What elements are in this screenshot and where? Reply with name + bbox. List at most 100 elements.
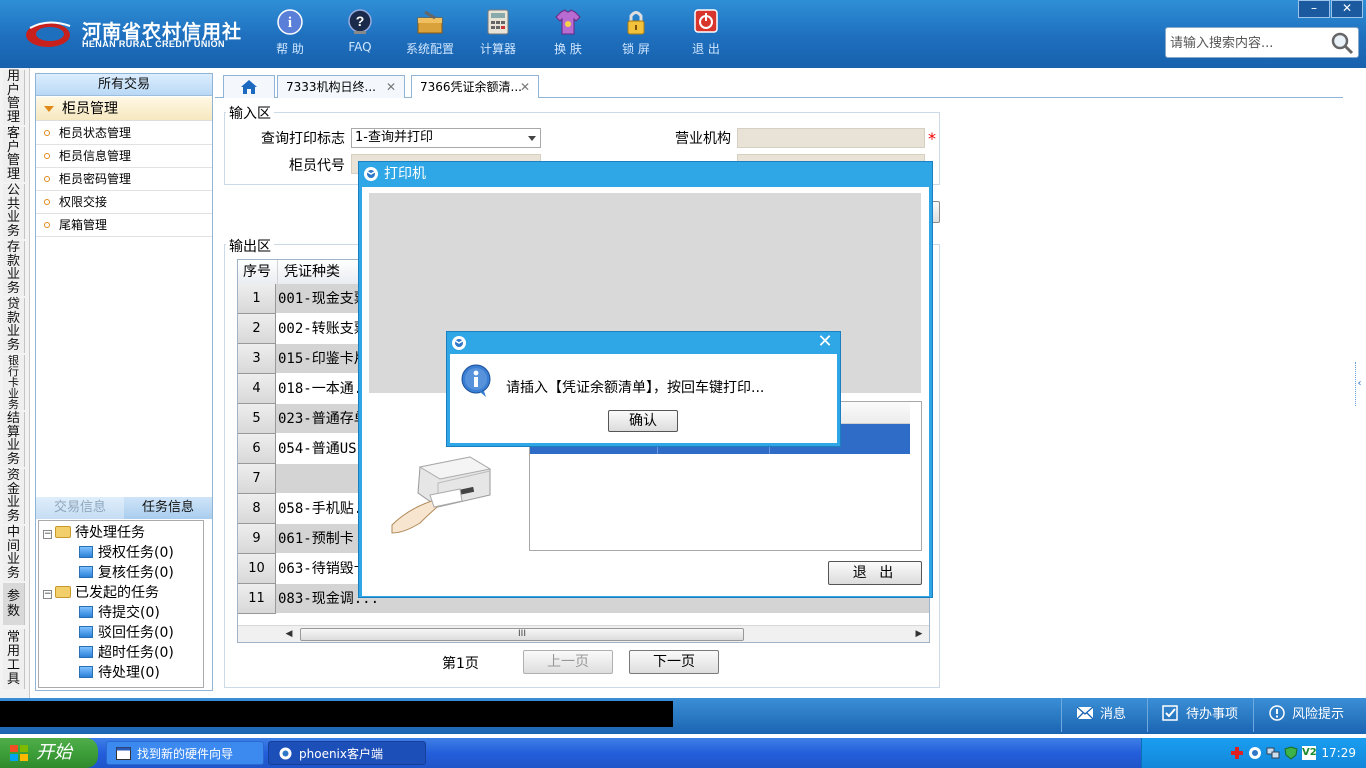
status-bar: 消息 待办事项 风险提示 <box>0 698 1366 734</box>
system-settings-label: 系统配置 <box>405 42 454 56</box>
input-area-title: 输入区 <box>226 103 274 123</box>
bullet-icon <box>44 130 50 136</box>
expand-right-icon[interactable]: ‹ <box>1355 362 1363 406</box>
windows-taskbar: 开始 找到新的硬件向导 phoenix客户端 ? ⁑ V2 17:29 <box>0 738 1366 768</box>
category-public-business[interactable]: 公共业务 <box>3 184 25 239</box>
tab-home[interactable] <box>223 75 275 98</box>
start-button[interactable]: 开始 <box>0 738 98 768</box>
calculator-label: 计算器 <box>479 42 516 56</box>
printer-exit-button[interactable]: 退 出 <box>828 561 922 585</box>
category-loan[interactable]: 贷款业务 <box>3 298 25 353</box>
task-icon <box>79 646 93 658</box>
category-bank-card[interactable]: 银行卡业务 <box>3 355 25 410</box>
logout-button[interactable]: 退 出 <box>675 8 737 60</box>
clock: 17:29 <box>1321 746 1356 760</box>
required-mark: * <box>928 129 936 148</box>
windows-logo-icon <box>10 745 28 761</box>
tree-node-review[interactable]: 复核任务(0) <box>79 563 174 583</box>
taskbar-item-phoenix[interactable]: phoenix客户端 <box>268 741 426 765</box>
category-deposit[interactable]: 存款业务 <box>3 241 25 296</box>
confirm-button[interactable]: 确认 <box>608 410 678 432</box>
tab-transaction-info[interactable]: 交易信息 <box>36 497 124 519</box>
query-flag-label: 查询打印标志 <box>261 131 345 147</box>
category-intermediary[interactable]: 中间业务 <box>3 526 25 581</box>
tab-7333[interactable]: 7333机构日终... ✕ <box>277 75 405 98</box>
search-icon[interactable] <box>1330 31 1354 55</box>
menu-item-label: 柜员信息管理 <box>59 149 132 163</box>
search-box <box>1165 27 1359 58</box>
calculator-button[interactable]: 计算器 <box>467 8 529 60</box>
scroll-thumb[interactable]: III <box>300 628 744 641</box>
system-settings-button[interactable]: 系统配置 <box>399 8 461 60</box>
logout-label: 退 出 <box>692 42 720 56</box>
tab-label: 7366凭证余额清... <box>420 80 522 94</box>
tree-node-rejected[interactable]: 驳回任务(0) <box>79 623 174 643</box>
taskbar-item-hardware-wizard[interactable]: 找到新的硬件向导 <box>106 741 264 765</box>
teller-mgmt-label: 柜员管理 <box>62 101 118 117</box>
all-transactions-header[interactable]: 所有交易 <box>36 74 212 96</box>
menu-item-teller-status[interactable]: 柜员状态管理 <box>36 122 212 145</box>
category-settlement[interactable]: 结算业务 <box>3 412 25 467</box>
category-user-mgmt[interactable]: 用户管理 <box>3 70 25 125</box>
query-flag-select[interactable]: 1-查询并打印 <box>351 128 541 148</box>
task-icon <box>79 546 93 558</box>
teller-mgmt-group[interactable]: 柜员管理 <box>36 97 212 121</box>
task-icon <box>79 566 93 578</box>
tree-node-todo[interactable]: 待处理(0) <box>79 663 160 683</box>
close-tab-icon[interactable]: ✕ <box>520 76 530 98</box>
folder-icon <box>55 586 71 598</box>
message-box: ✕ 请插入【凭证余额清单】，按回车键打印... 确认 <box>446 331 841 447</box>
shirt-icon <box>555 9 581 35</box>
menu-item-cash-box[interactable]: 尾箱管理 <box>36 214 212 237</box>
menu-item-teller-password[interactable]: 柜员密码管理 <box>36 168 212 191</box>
close-window-button[interactable]: ✕ <box>1331 0 1363 18</box>
shield-tray-icon[interactable] <box>1284 746 1298 760</box>
tree-label: 授权任务(0) <box>98 545 174 561</box>
red-cross-icon[interactable] <box>1230 746 1244 760</box>
folder-icon <box>55 526 71 538</box>
category-params[interactable]: 参数 <box>3 583 25 625</box>
app-tray-icon[interactable] <box>1248 746 1262 760</box>
bullet-icon <box>44 199 50 205</box>
messages-button[interactable]: 消息 <box>1061 698 1147 732</box>
tab-7366[interactable]: 7366凭证余额清... ✕ <box>411 75 539 99</box>
collapse-icon[interactable]: − <box>43 590 52 599</box>
tree-node-submit[interactable]: 待提交(0) <box>79 603 160 623</box>
tree-node-auth[interactable]: 授权任务(0) <box>79 543 174 563</box>
help-button[interactable]: i 帮 助 <box>259 8 321 60</box>
menu-item-teller-info[interactable]: 柜员信息管理 <box>36 145 212 168</box>
search-input[interactable] <box>1170 32 1320 54</box>
page-indicator: 第1页 <box>442 656 479 672</box>
change-skin-button[interactable]: 换 肤 <box>537 8 599 60</box>
tab-task-info[interactable]: 任务信息 <box>124 497 212 519</box>
todo-button[interactable]: 待办事项 <box>1147 698 1253 732</box>
lock-screen-button[interactable]: 锁 屏 <box>605 8 667 60</box>
tree-node-timeout[interactable]: 超时任务(0) <box>79 643 174 663</box>
category-customer-mgmt[interactable]: 客户管理 <box>3 127 25 182</box>
risk-alert-button[interactable]: 风险提示 <box>1253 698 1366 732</box>
collapse-icon[interactable]: − <box>43 530 52 539</box>
menu-item-permission-handover[interactable]: 权限交接 <box>36 191 212 214</box>
network-icon[interactable] <box>1266 746 1280 760</box>
help-label: 帮 助 <box>276 42 304 56</box>
v2-tray-icon[interactable]: V2 <box>1302 746 1317 760</box>
scroll-right-icon[interactable]: ▶ <box>912 628 926 641</box>
faq-label: FAQ <box>348 40 372 54</box>
teller-id-label: 柜员代号 <box>289 158 345 174</box>
horizontal-scrollbar[interactable]: ◀ III ▶ <box>238 625 929 642</box>
prev-page-button[interactable]: 上一页 <box>523 650 613 674</box>
category-common-tools[interactable]: 常用工具 <box>3 629 25 689</box>
category-funds[interactable]: 资金业务 <box>3 469 25 524</box>
close-icon[interactable]: ✕ <box>816 333 834 351</box>
tab-label: 7333机构日终... <box>286 80 376 94</box>
close-tab-icon[interactable]: ✕ <box>386 76 396 98</box>
task-icon <box>79 626 93 638</box>
tree-node-initiated[interactable]: − 已发起的任务 <box>43 583 159 603</box>
faq-button[interactable]: ? FAQ <box>329 8 391 60</box>
tree-node-pending[interactable]: − 待处理任务 <box>43 523 145 543</box>
scroll-left-icon[interactable]: ◀ <box>282 628 296 641</box>
next-page-button[interactable]: 下一页 <box>629 650 719 674</box>
status-message-area <box>0 701 673 727</box>
calculator-icon <box>487 9 509 35</box>
minimize-button[interactable]: – <box>1298 0 1330 18</box>
